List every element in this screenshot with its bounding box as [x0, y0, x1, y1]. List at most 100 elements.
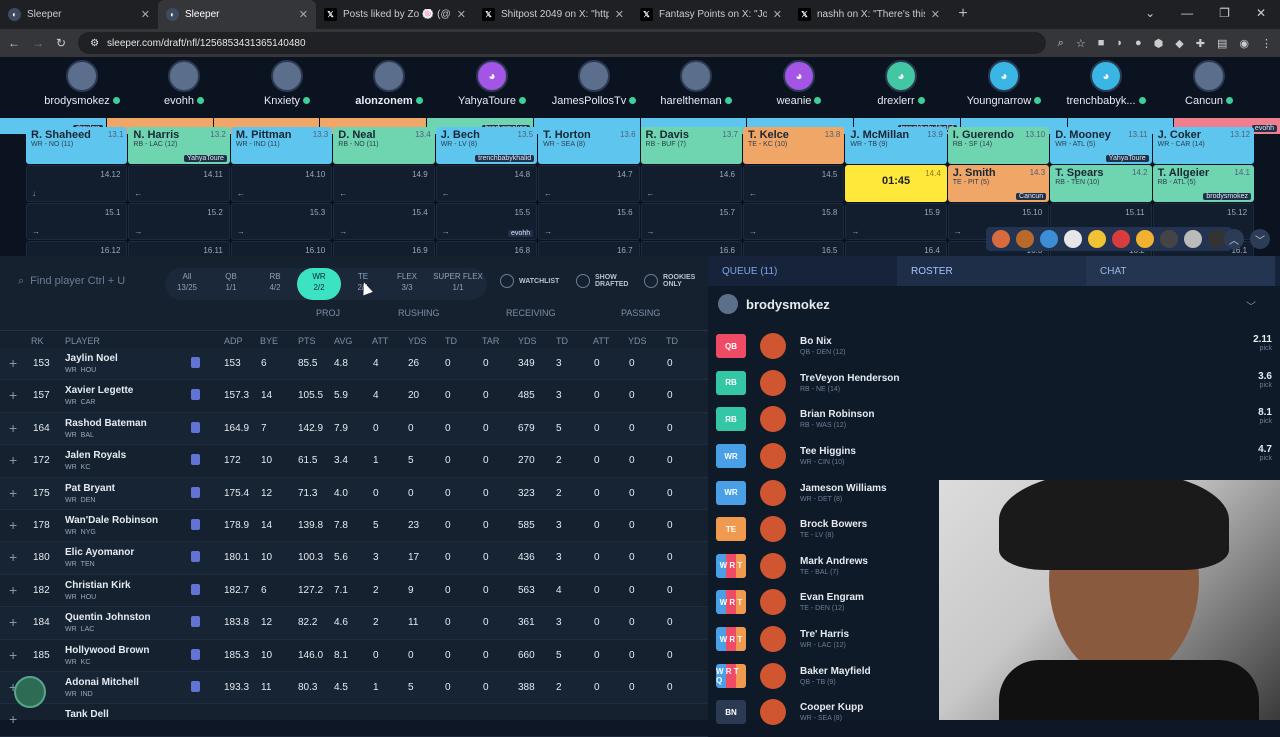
empty-pick-slot[interactable]: 15.7 →: [640, 203, 742, 240]
checkbox-icon[interactable]: [576, 274, 590, 288]
rookies-only-toggle[interactable]: ROOKIES ONLY: [644, 274, 706, 288]
col-pass-td[interactable]: TD: [666, 336, 678, 346]
tab-chat[interactable]: CHAT: [1086, 256, 1275, 286]
filter-super-flex[interactable]: SUPER FLEX 1/1: [429, 268, 487, 300]
reload-icon[interactable]: ↻: [56, 36, 66, 50]
bookmark-star-icon[interactable]: ☆: [1076, 37, 1086, 50]
draft-pick-card[interactable]: D. Neal RB - NO (11) 13.4: [333, 127, 435, 164]
empty-pick-slot[interactable]: 14.6 ←: [640, 165, 742, 202]
news-icon[interactable]: [191, 357, 200, 368]
team-column-4[interactable]: ◕ YahyaToure: [441, 60, 543, 107]
close-icon[interactable]: ✕: [1256, 6, 1266, 20]
draft-pick-card[interactable]: R. Davis RB - BUF (7) 13.7: [640, 127, 742, 164]
empty-pick-slot[interactable]: 15.9 →: [845, 203, 947, 240]
filter-rb[interactable]: RB 4/2: [253, 268, 297, 300]
draft-pick-card[interactable]: T. Horton WR - SEA (8) 13.6: [538, 127, 640, 164]
back-icon[interactable]: ←: [8, 36, 20, 50]
col-rush-td[interactable]: TD: [445, 336, 457, 346]
on-the-clock-pick[interactable]: 01:45 14.4: [845, 165, 947, 202]
roster-player-name[interactable]: Mark Andrews: [800, 556, 868, 567]
player-name[interactable]: Hollywood Brown: [65, 645, 149, 656]
filter-qb[interactable]: QB 1/1: [209, 268, 253, 300]
empty-pick-slot[interactable]: 15.8 →: [742, 203, 845, 240]
empty-pick-slot[interactable]: 16.7: [538, 241, 640, 256]
news-icon[interactable]: [191, 648, 200, 660]
table-row[interactable]: +175 Pat Bryant WR DEN 175.4 12 71.3 4.0 0 0 0 0 323…: [0, 477, 708, 510]
filter-wr[interactable]: WR 2/2: [297, 268, 341, 300]
puzzle-icon[interactable]: ✚: [1196, 37, 1205, 50]
roster-slot[interactable]: WR Tee Higgins WR - CIN (10) 4.7 pick: [716, 438, 1272, 475]
col-pts[interactable]: PTS: [298, 336, 316, 346]
draft-pick-card[interactable]: M. Pittman WR - IND (11) 13.3: [230, 127, 333, 164]
url-field[interactable]: ⚙ sleeper.com/draft/nfl/1256853431365140…: [78, 32, 1046, 54]
tab-queue[interactable]: QUEUE (11): [708, 256, 897, 286]
empty-pick-slot[interactable]: 15.5 → evohh: [435, 203, 538, 240]
roster-slot[interactable]: QB Bo Nix QB - DEN (12) 2.11 pick: [716, 328, 1272, 365]
empty-pick-slot[interactable]: 16.8: [435, 241, 538, 256]
empty-pick-slot[interactable]: 15.3 →: [230, 203, 333, 240]
player-name[interactable]: Pat Bryant: [65, 483, 115, 494]
roster-player-name[interactable]: Tee Higgins: [800, 446, 856, 457]
roster-player-name[interactable]: Bo Nix: [800, 336, 846, 347]
checkbox-icon[interactable]: [500, 274, 514, 288]
col-pass-att[interactable]: ATT: [593, 336, 609, 346]
news-icon[interactable]: [191, 551, 200, 563]
scroll-up-icon[interactable]: ︿: [1224, 229, 1244, 249]
add-to-queue-icon[interactable]: +: [9, 647, 17, 663]
team-column-11[interactable]: Cancun: [1158, 60, 1260, 107]
add-to-queue-icon[interactable]: +: [9, 517, 17, 533]
roster-player-name[interactable]: Baker Mayfield: [800, 666, 871, 677]
emoji-icon[interactable]: [1064, 230, 1082, 248]
team-column-2[interactable]: Knxiety: [236, 60, 338, 107]
extension-icon[interactable]: ●: [1135, 37, 1142, 50]
team-column-6[interactable]: hareltheman: [645, 60, 747, 107]
draft-pick-card[interactable]: T. Allgeier RB - ATL (5) 14.1 brodysmokez: [1152, 165, 1254, 202]
draft-pick-card[interactable]: N. Harris RB - LAC (12) 13.2 YahyaToure: [128, 127, 230, 164]
menu-icon[interactable]: ⋮: [1261, 37, 1272, 50]
table-row[interactable]: +178 Wan'Dale Robinson WR NYG 178.9 14 139.8 7.…: [0, 510, 708, 543]
emoji-icon[interactable]: [1160, 230, 1178, 248]
minimize-icon[interactable]: —: [1181, 6, 1193, 20]
roster-player-name[interactable]: Brian Robinson: [800, 409, 874, 420]
empty-pick-slot[interactable]: 14.7 ←: [538, 165, 640, 202]
draft-pick-card[interactable]: J. Coker WR - CAR (14) 13.12: [1152, 127, 1255, 164]
emoji-icon[interactable]: [1184, 230, 1202, 248]
chevron-down-icon[interactable]: ⌄: [1145, 6, 1155, 20]
col-rush-att[interactable]: ATT: [372, 336, 388, 346]
empty-pick-slot[interactable]: 15.6 →: [538, 203, 640, 240]
news-icon[interactable]: [191, 583, 200, 595]
news-icon[interactable]: [191, 454, 200, 466]
col-rush-yds[interactable]: YDS: [408, 336, 427, 346]
empty-pick-slot[interactable]: 14.9 ←: [333, 165, 435, 202]
emoji-icon[interactable]: [1040, 230, 1058, 248]
col-rec-yds[interactable]: YDS: [518, 336, 537, 346]
roster-owner[interactable]: brodysmokez: [718, 294, 830, 314]
checkbox-icon[interactable]: [644, 274, 658, 288]
emoji-icon[interactable]: [1016, 230, 1034, 248]
watchlist-toggle[interactable]: WATCHLIST: [500, 274, 559, 288]
table-row[interactable]: +164 Rashod Bateman WR BAL 164.9 7 142.9 7.9 0 0 0…: [0, 412, 708, 446]
news-icon[interactable]: [191, 616, 200, 628]
player-name[interactable]: Jalen Royals: [65, 450, 126, 461]
player-name[interactable]: Rashod Bateman: [65, 418, 147, 429]
col-tar[interactable]: TAR: [482, 336, 499, 346]
browser-tab[interactable]: 𝕏 Posts liked by Zo 🍥 (@alonzo... ✕: [316, 0, 474, 29]
table-row[interactable]: +172 Jalen Royals WR KC 172 10 61.5 3.4 1 5 0 0 270 2…: [0, 445, 708, 478]
table-row[interactable]: +153 Jaylin Noel WR HOU 153 6 85.5 4.8 4 26 0 0 349 3…: [0, 348, 708, 381]
empty-pick-slot[interactable]: 16.9: [333, 241, 435, 256]
col-rk[interactable]: RK: [31, 336, 44, 346]
emoji-reaction-bar[interactable]: [986, 227, 1232, 251]
sidebar-icon[interactable]: ▤: [1217, 37, 1227, 50]
browser-tab[interactable]: ◐ Sleeper ✕: [0, 0, 158, 29]
news-icon[interactable]: [191, 421, 200, 433]
close-icon[interactable]: ✕: [615, 8, 624, 21]
emoji-icon[interactable]: [992, 230, 1010, 248]
empty-pick-slot[interactable]: 16.10: [230, 241, 333, 256]
tab-roster[interactable]: ROSTER: [897, 256, 1086, 286]
draft-pick-card[interactable]: J. Smith TE - PIT (5) 14.3 Cancun: [947, 165, 1050, 202]
close-icon[interactable]: ✕: [773, 8, 782, 21]
add-to-queue-icon[interactable]: +: [9, 387, 17, 403]
add-to-queue-icon[interactable]: +: [9, 711, 17, 727]
player-name[interactable]: Wan'Dale Robinson: [65, 515, 158, 526]
close-icon[interactable]: ✕: [299, 8, 308, 21]
